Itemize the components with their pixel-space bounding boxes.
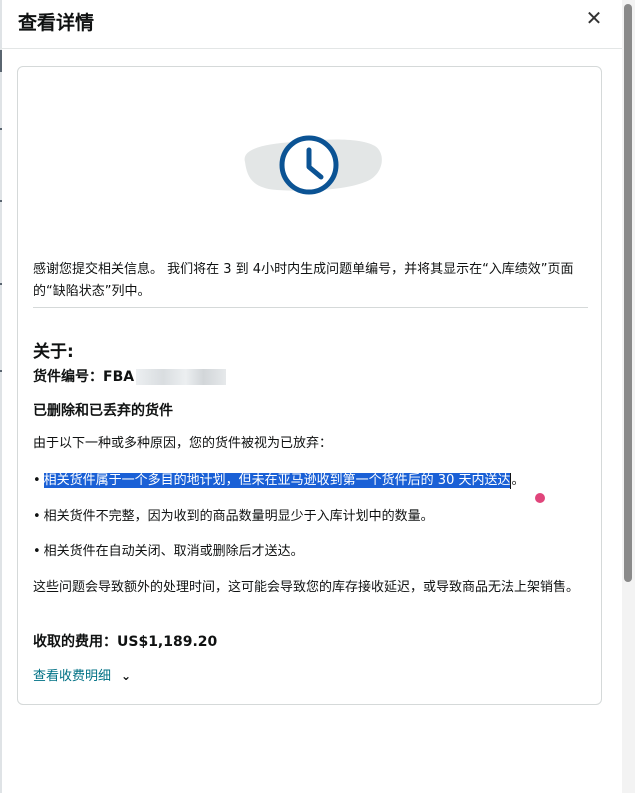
confirmation-message: 感谢您提交相关信息。 我们将在 3 到 4小时内生成问题单编号，并将其显示在“入…: [33, 262, 574, 299]
reason-intro: 由于以下一种或多种原因，您的货件被视为已放弃：: [33, 436, 333, 451]
selected-text[interactable]: 相关货件属于一个多目的地计划，但未在亚马逊收到第一个货件后的 30 天内送达: [43, 473, 511, 488]
edge-tick: [0, 370, 2, 372]
reason-item: • 相关货件在自动关闭、取消或删除后才送达。: [33, 541, 588, 563]
redacted-shipment-id: [136, 369, 227, 385]
clock-illustration: [244, 135, 382, 195]
dialog-title: 查看详情: [18, 12, 95, 34]
edge-tick: [0, 50, 2, 72]
about-heading: 关于:: [33, 342, 74, 362]
reason-item: • 相关货件不完整，因为收到的商品数量明显少于入库计划中的数量。: [33, 506, 588, 528]
reason-suffix: 。: [511, 473, 525, 488]
reason-text: 相关货件在自动关闭、取消或删除后才送达。: [43, 544, 304, 559]
scrollbar-thumb[interactable]: [624, 4, 632, 582]
chevron-down-icon[interactable]: ⌄: [121, 669, 131, 683]
bullet: •: [33, 473, 41, 488]
fee-charged: 收取的费用：US$1,189.20: [33, 634, 218, 650]
selection-handle[interactable]: [535, 493, 545, 503]
clock-icon: [279, 135, 339, 195]
shipment-id-label: 货件编号：FBA: [33, 369, 135, 385]
scrollbar[interactable]: [622, 0, 635, 793]
left-edge-strip: [0, 0, 2, 793]
fee-details-label[interactable]: 查看收费明细: [33, 669, 111, 684]
section-title: 已删除和已丢弃的货件: [33, 403, 173, 419]
impact-text: 这些问题会导致额外的处理时间，这可能会导致您的库存接收延迟，或导致商品无法上架销…: [33, 580, 580, 595]
reason-text: 相关货件不完整，因为收到的商品数量明显少于入库计划中的数量。: [43, 509, 434, 524]
bullet: •: [33, 544, 41, 559]
shipment-id: 货件编号：FBA: [33, 366, 227, 386]
close-icon[interactable]: ✕: [583, 6, 605, 30]
reason-item: • 相关货件属于一个多目的地计划，但未在亚马逊收到第一个货件后的 30 天内送达。: [33, 470, 588, 492]
divider: [33, 307, 588, 308]
edge-tick: [0, 128, 2, 130]
dialog-header: 查看详情 ✕: [0, 0, 622, 49]
edge-tick: [0, 200, 2, 202]
fee-details-link[interactable]: 查看收费明细 ⌄: [33, 665, 131, 684]
edge-tick: [0, 283, 2, 285]
bullet: •: [33, 509, 41, 524]
